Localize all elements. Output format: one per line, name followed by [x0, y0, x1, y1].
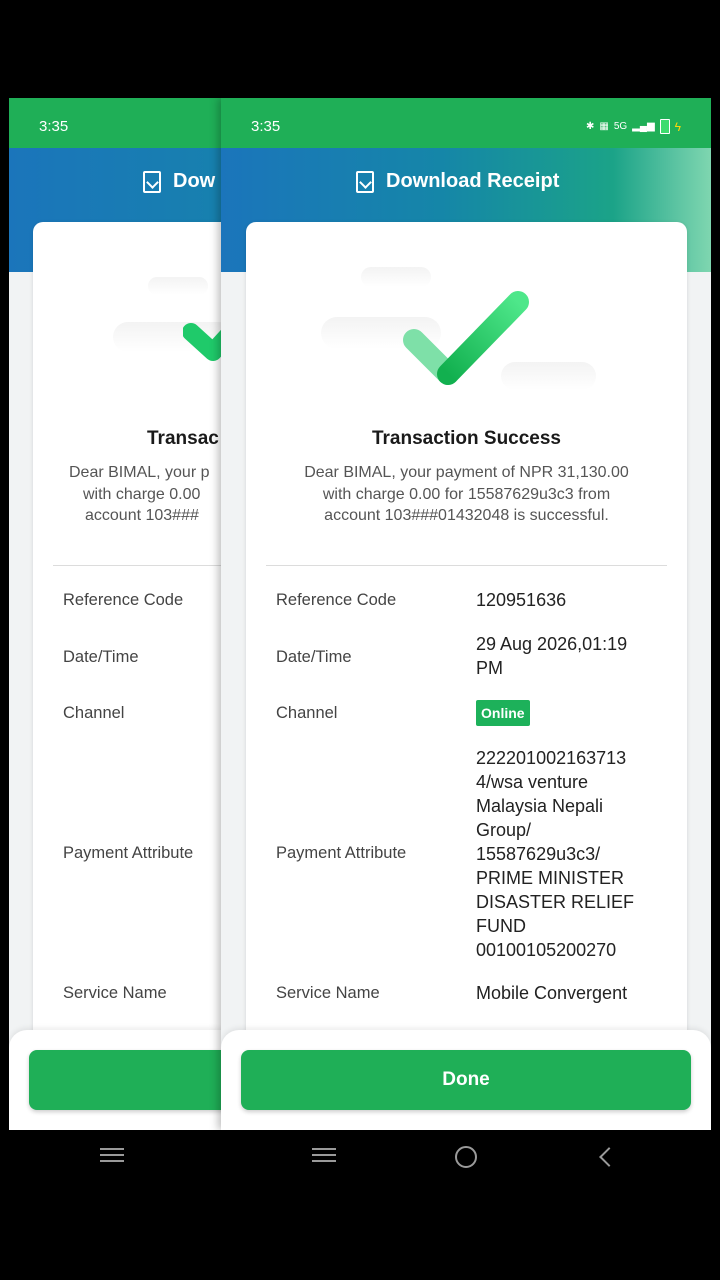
download-receipt-header[interactable]: Download Receipt: [356, 170, 559, 193]
payment-attribute-label: Payment Attribute: [63, 844, 194, 862]
bottom-panel: Done: [221, 1030, 711, 1130]
service-name-label: Service Name: [63, 984, 167, 1002]
battery-icon: [659, 119, 670, 134]
receipt-message: Dear BIMAL, your payment of NPR 31,130.0…: [304, 464, 629, 524]
payment-attribute-value: 222201002163713 4/wsa venture Malaysia N…: [476, 748, 635, 960]
receipt-card: Transaction Success Dear BIMAL, your pay…: [246, 222, 687, 1042]
status-bar: 3:35 ✱ ▦ 5G ▂▄▆ ϟ: [221, 98, 711, 148]
success-check-icon: [403, 291, 529, 385]
divider: [266, 565, 667, 566]
status-time: 3:35: [39, 118, 69, 135]
back-icon[interactable]: [592, 1144, 622, 1170]
channel-badge: Online: [476, 700, 530, 726]
service-name-label: Service Name: [276, 984, 380, 1002]
date-time-label: Date/Time: [63, 648, 139, 666]
channel-label: Channel: [63, 704, 125, 722]
receipt-title: Transac: [147, 428, 219, 449]
network-type: 5G: [613, 121, 628, 132]
recents-menu-icon[interactable]: [309, 1144, 339, 1170]
payment-attribute-label: Payment Attribute: [276, 844, 407, 862]
charging-icon: ϟ: [674, 119, 681, 134]
status-icons: ✱ ▦ 5G ▂▄▆ ϟ: [586, 119, 681, 134]
date-time-label: Date/Time: [276, 648, 352, 666]
download-receipt-icon: [356, 170, 374, 193]
date-time-value: 29 Aug 2026,01:19 PM: [476, 634, 628, 678]
reference-code-label: Reference Code: [276, 591, 397, 609]
signal-icon: ▂▄▆: [632, 121, 655, 132]
done-button[interactable]: Done: [241, 1050, 691, 1110]
download-receipt-icon: [143, 170, 161, 193]
reference-code-label: Reference Code: [63, 591, 184, 609]
channel-value-cell: Online: [476, 700, 666, 726]
header-title: Download Receipt: [386, 170, 560, 192]
system-navigation-bar: [0, 1130, 720, 1184]
service-name-value: Mobile Convergent: [476, 983, 628, 1003]
receipt-title: Transaction Success: [371, 428, 562, 449]
channel-label: Channel: [276, 704, 338, 722]
header-title: Dow: [173, 170, 216, 192]
success-illustration: [246, 262, 687, 402]
receipt-screen: 3:35 ✱ ▦ 5G ▂▄▆ ϟ Download Receipt Trans…: [221, 98, 711, 1130]
status-time: 3:35: [251, 118, 281, 135]
reference-code-value: 120951636: [476, 590, 567, 610]
volte-icon: ▦: [599, 121, 609, 132]
home-icon[interactable]: [451, 1144, 481, 1170]
receipt-message: Dear BIMAL, your p with charge 0.00 acco…: [69, 464, 210, 524]
vibrate-icon: ✱: [585, 121, 595, 132]
download-receipt-header: Dow: [143, 170, 215, 193]
recents-menu-icon[interactable]: [97, 1144, 127, 1170]
